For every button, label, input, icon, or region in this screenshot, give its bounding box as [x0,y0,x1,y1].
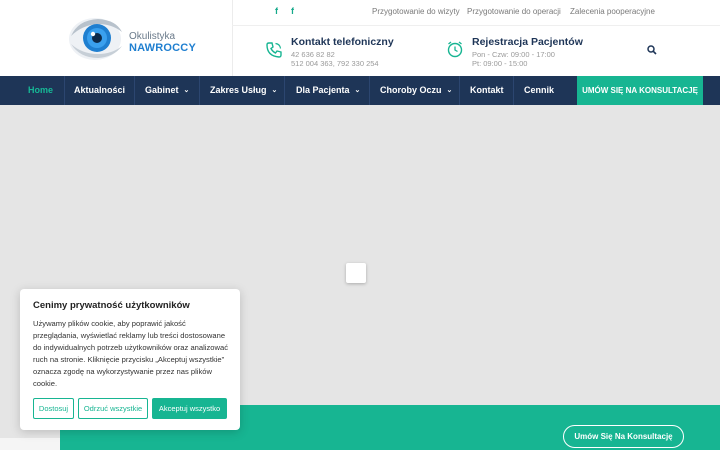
toplink-post-op[interactable]: Zalecenia pooperacyjne [570,7,655,16]
toplink-preparation-visit[interactable]: Przygotowanie do wizyty [372,7,460,16]
header-divider-horizontal [232,25,720,26]
search-icon[interactable] [647,45,657,55]
nav-eye-diseases[interactable]: Choroby Oczu ⌄ [380,76,452,105]
nav-separator [513,76,514,105]
nav-news[interactable]: Aktualności [74,76,125,105]
nav-services-label: Zakres Usług [210,85,267,95]
nav-contact[interactable]: Kontakt [470,76,504,105]
logo-text-primary: Okulistyka [129,31,176,42]
footer-strip [0,438,60,450]
nav-separator [199,76,200,105]
chevron-down-icon: ⌄ [446,87,453,94]
cookie-reject-all-button[interactable]: Odrzuć wszystkie [78,398,148,419]
phone-icon [266,42,282,58]
nav-separator [369,76,370,105]
nav-home[interactable]: Home [28,76,53,105]
cookie-customize-button[interactable]: Dostosuj [33,398,74,419]
nav-gabinet-label: Gabinet [145,85,179,95]
nav-separator [284,76,285,105]
band-consultation-button[interactable]: Umów Się Na Konsultację [563,425,684,448]
map-control-button[interactable] [346,263,366,283]
phone-contact-title: Kontakt telefoniczny [291,36,394,48]
nav-for-patient[interactable]: Dla Pacjenta ⌄ [296,76,360,105]
book-consultation-button[interactable]: UMÓW SIĘ NA KONSULTACJĘ [577,76,703,105]
cookie-title: Cenimy prywatność użytkowników [33,300,190,311]
nav-gabinet[interactable]: Gabinet ⌄ [145,76,189,105]
chevron-down-icon: ⌄ [354,87,361,94]
registration-hours-friday: Pt: 09:00 - 15:00 [472,59,528,68]
registration-hours-weekdays: Pon - Czw: 09:00 - 17:00 [472,50,555,59]
site-logo[interactable]: Okulistyka NAWROCCY [68,14,198,62]
cookie-consent-dialog: Cenimy prywatność użytkowników Używamy p… [20,289,240,430]
facebook-icon[interactable]: f [275,6,278,16]
toplink-preparation-surgery[interactable]: Przygotowanie do operacji [467,7,561,16]
facebook-icon-2[interactable]: f [291,6,294,16]
clock-icon [447,41,463,58]
header-divider-vertical [232,0,233,76]
chevron-down-icon: ⌄ [183,87,190,94]
nav-pricing[interactable]: Cennik [524,76,554,105]
logo-text-secondary: NAWROCCY [129,42,196,54]
nav-separator [459,76,460,105]
nav-services[interactable]: Zakres Usług ⌄ [210,76,277,105]
phone-number-mobile[interactable]: 512 004 363, 792 330 254 [291,59,379,68]
nav-eye-diseases-label: Choroby Oczu [380,85,442,95]
cookie-description: Używamy plików cookie, aby poprawić jako… [33,319,229,388]
site-header: Okulistyka NAWROCCY f f Przygotowanie do… [0,0,720,76]
nav-for-patient-label: Dla Pacjenta [296,85,350,95]
nav-separator [64,76,65,105]
nav-separator [134,76,135,105]
phone-number-main[interactable]: 42 636 82 82 [291,50,335,59]
cookie-accept-all-button[interactable]: Akceptuj wszystko [152,398,227,419]
chevron-down-icon: ⌄ [271,87,278,94]
eye-logo-icon [69,18,122,60]
registration-title: Rejestracja Pacjentów [472,36,583,48]
